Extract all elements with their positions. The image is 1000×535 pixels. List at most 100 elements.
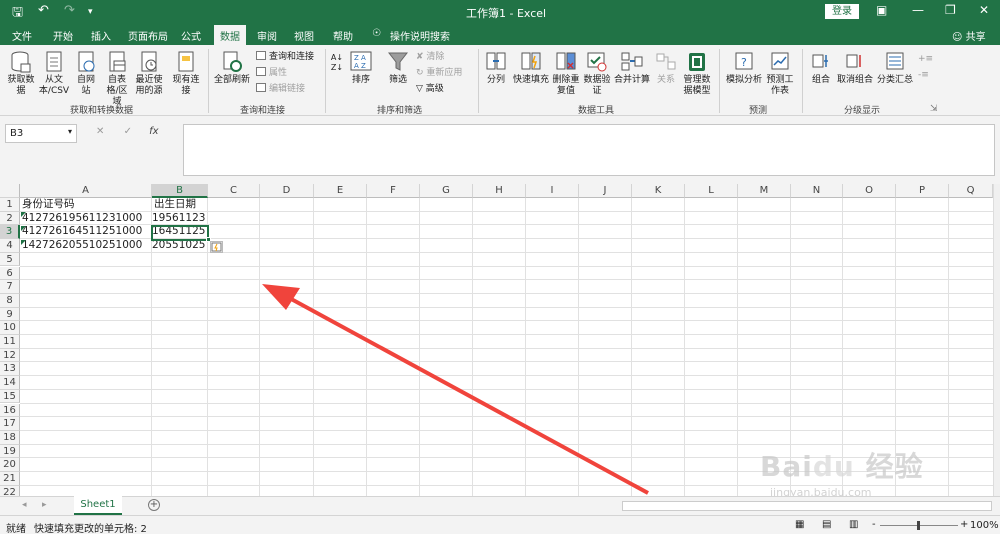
group-label-forecast: 预测 xyxy=(749,106,768,116)
text-to-columns-icon xyxy=(486,52,506,70)
queries-connections-label: 查询和连接 xyxy=(269,52,315,62)
close-icon[interactable]: ✕ xyxy=(979,3,989,17)
page-break-view-icon[interactable]: ▥ xyxy=(849,519,858,530)
hide-detail-icon[interactable]: -≡ xyxy=(918,69,929,81)
tab-data[interactable]: 数据 xyxy=(214,25,246,45)
recent-sources-button[interactable]: 最近使用的源 xyxy=(134,51,164,97)
name-box-value: B3 xyxy=(10,128,24,139)
sort-icon: Z AA Z xyxy=(350,51,372,71)
clear-filter-button[interactable]: ✘ 清除 xyxy=(416,51,444,63)
data-validation-icon xyxy=(587,52,607,72)
tab-review[interactable]: 审阅 xyxy=(257,28,277,43)
redo-icon[interactable]: ↷ xyxy=(64,3,75,18)
text-to-columns-button[interactable]: 分列 xyxy=(484,51,508,86)
forecast-sheet-button[interactable]: 预测工作表 xyxy=(765,51,795,97)
properties-button[interactable]: 属性 xyxy=(256,67,287,79)
existing-connections-button[interactable]: 现有连接 xyxy=(172,51,200,97)
edit-links-label: 编辑链接 xyxy=(269,84,306,94)
ribbon: 获取数据 从文本/CSV 自网站 自表格/区域 最近使用的源 现有连接 获取和转… xyxy=(0,45,1000,116)
connections-icon xyxy=(178,51,194,72)
vertical-scrollbar[interactable] xyxy=(993,184,1000,496)
group-separator xyxy=(478,49,479,113)
table-icon xyxy=(109,51,126,72)
tab-home[interactable]: 开始 xyxy=(53,28,73,43)
tab-view[interactable]: 视图 xyxy=(294,28,314,43)
relationships-button[interactable]: 关系 xyxy=(653,51,679,86)
customize-qat-icon[interactable]: ▾ xyxy=(88,7,93,17)
from-table-button[interactable]: 自表格/区域 xyxy=(102,51,132,108)
tell-me-search[interactable]: 操作说明搜索 xyxy=(390,28,450,43)
tab-file[interactable]: 文件 xyxy=(12,28,32,43)
what-if-analysis-button[interactable]: ? 模拟分析 xyxy=(724,51,764,86)
reapply-button[interactable]: ↻ 重新应用 xyxy=(416,67,462,79)
group-button[interactable]: 组合 xyxy=(808,51,834,86)
reapply-icon: ↻ xyxy=(416,68,427,78)
advanced-filter-icon: ▽ xyxy=(416,84,426,94)
zoom-level[interactable]: 100% xyxy=(970,520,999,531)
remove-duplicates-icon xyxy=(556,52,576,70)
tab-formulas[interactable]: 公式 xyxy=(181,28,201,43)
queries-connections-button[interactable]: 查询和连接 xyxy=(256,51,314,63)
sort-label: 排序 xyxy=(351,75,370,85)
sort-button[interactable]: Z AA Z 排序 xyxy=(348,51,374,86)
share-button[interactable]: ☺ 共享 xyxy=(952,28,986,43)
data-model-icon xyxy=(689,53,705,71)
formula-input[interactable] xyxy=(183,124,995,176)
manage-data-model-button[interactable]: 管理数据模型 xyxy=(681,51,713,97)
from-text-csv-button[interactable]: 从文本/CSV xyxy=(36,51,72,97)
confirm-icon[interactable]: ✓ xyxy=(124,126,132,137)
undo-icon[interactable]: ↶ xyxy=(38,3,49,18)
tab-insert[interactable]: 插入 xyxy=(91,28,111,43)
sort-az-button[interactable]: A↓ Z↓ xyxy=(330,53,344,73)
text-file-icon xyxy=(46,51,62,72)
zoom-in-icon[interactable]: + xyxy=(960,519,968,530)
insert-function-icon[interactable]: fx xyxy=(149,126,158,137)
zoom-out-icon[interactable]: - xyxy=(872,519,876,530)
maximize-icon[interactable]: ❐ xyxy=(945,3,956,17)
ribbon-display-icon[interactable]: ▣ xyxy=(876,3,887,17)
show-detail-icon[interactable]: +≡ xyxy=(918,53,933,65)
normal-view-icon[interactable]: ▦ xyxy=(795,519,804,530)
filter-label: 筛选 xyxy=(388,75,407,85)
minimize-icon[interactable]: — xyxy=(912,3,924,17)
login-button[interactable]: 登录 xyxy=(825,4,859,19)
ungroup-button[interactable]: 取消组合 xyxy=(837,51,873,86)
refresh-all-button[interactable]: 全部刷新 xyxy=(212,51,252,86)
horizontal-scrollbar[interactable] xyxy=(622,501,992,511)
scroll-right-icon[interactable]: ▸ xyxy=(42,500,47,510)
remove-duplicates-label: 删除重复值 xyxy=(552,75,580,96)
dialog-launcher-icon[interactable]: ⇲ xyxy=(930,103,938,115)
remove-duplicates-button[interactable]: 删除重复值 xyxy=(552,51,580,97)
what-if-icon: ? xyxy=(735,52,753,70)
get-data-button[interactable]: 获取数据 xyxy=(5,51,37,97)
flash-fill-button[interactable]: 快速填充 xyxy=(511,51,551,86)
ungroup-icon xyxy=(846,54,861,68)
clear-filter-icon: ✘ xyxy=(416,52,427,62)
scroll-left-icon[interactable]: ◂ xyxy=(22,500,27,510)
lightbulb-icon: ☉ xyxy=(372,28,381,39)
zoom-slider-thumb[interactable] xyxy=(917,521,920,530)
svg-text:A Z: A Z xyxy=(354,62,366,70)
svg-text:Z A: Z A xyxy=(354,54,366,62)
advanced-filter-button[interactable]: ▽ 高级 xyxy=(416,83,444,95)
from-text-csv-label: 从文本/CSV xyxy=(38,75,70,96)
tab-page-layout[interactable]: 页面布局 xyxy=(128,28,168,43)
tab-help[interactable]: 帮助 xyxy=(333,28,353,43)
edit-links-icon xyxy=(256,83,266,92)
page-layout-view-icon[interactable]: ▤ xyxy=(822,519,831,530)
edit-links-button[interactable]: 编辑链接 xyxy=(256,83,305,95)
subtotal-button[interactable]: 分类汇总 xyxy=(875,51,915,86)
data-validation-button[interactable]: 数据验证 xyxy=(583,51,611,97)
add-sheet-icon[interactable]: + xyxy=(148,499,160,511)
save-icon[interactable]: 🖫 xyxy=(12,3,23,25)
consolidate-button[interactable]: 合并计算 xyxy=(614,51,650,86)
subtotal-label: 分类汇总 xyxy=(876,75,913,85)
sheet-tab-sheet1[interactable]: Sheet1 xyxy=(74,496,122,515)
name-box[interactable]: B3 ▾ xyxy=(5,124,77,143)
from-web-button[interactable]: 自网站 xyxy=(73,51,99,97)
flash-fill-icon xyxy=(521,52,541,70)
properties-icon xyxy=(256,67,266,76)
filter-button[interactable]: 筛选 xyxy=(384,51,412,86)
relationships-icon xyxy=(656,53,676,70)
cancel-icon[interactable]: ✕ xyxy=(96,126,104,137)
